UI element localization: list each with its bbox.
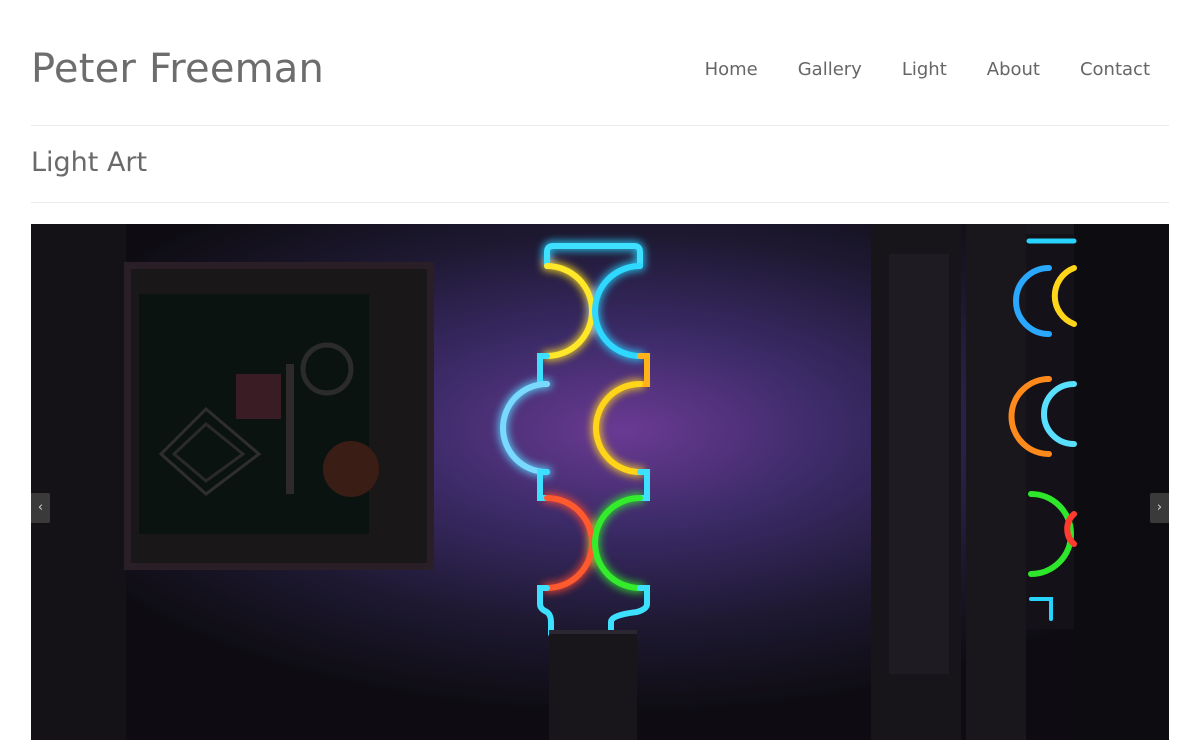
nav-item-light[interactable]: Light <box>902 58 947 82</box>
header-divider <box>31 125 1169 126</box>
slide-image-neon-sculpture <box>31 224 1169 740</box>
slider-prev-button[interactable]: ‹ <box>31 493 50 523</box>
image-slider[interactable]: ‹ › <box>31 224 1169 740</box>
nav-item-gallery[interactable]: Gallery <box>798 58 862 82</box>
title-divider <box>31 202 1169 203</box>
site-title[interactable]: Peter Freeman <box>31 43 324 95</box>
chevron-right-icon: › <box>1156 500 1163 515</box>
page: Peter Freeman Home Gallery Light About C… <box>0 0 1200 740</box>
site-header: Peter Freeman Home Gallery Light About C… <box>31 0 1169 125</box>
pedestal <box>549 630 637 740</box>
right-frame <box>871 224 961 740</box>
chevron-left-icon: ‹ <box>37 500 44 515</box>
nav-item-about[interactable]: About <box>987 58 1040 82</box>
slider-next-button[interactable]: › <box>1150 493 1169 523</box>
framed-painting <box>124 262 434 570</box>
nav-item-contact[interactable]: Contact <box>1080 58 1150 82</box>
page-title: Light Art <box>31 147 148 178</box>
nav-item-home[interactable]: Home <box>705 58 758 82</box>
main-nav: Home Gallery Light About Contact <box>665 58 1150 82</box>
